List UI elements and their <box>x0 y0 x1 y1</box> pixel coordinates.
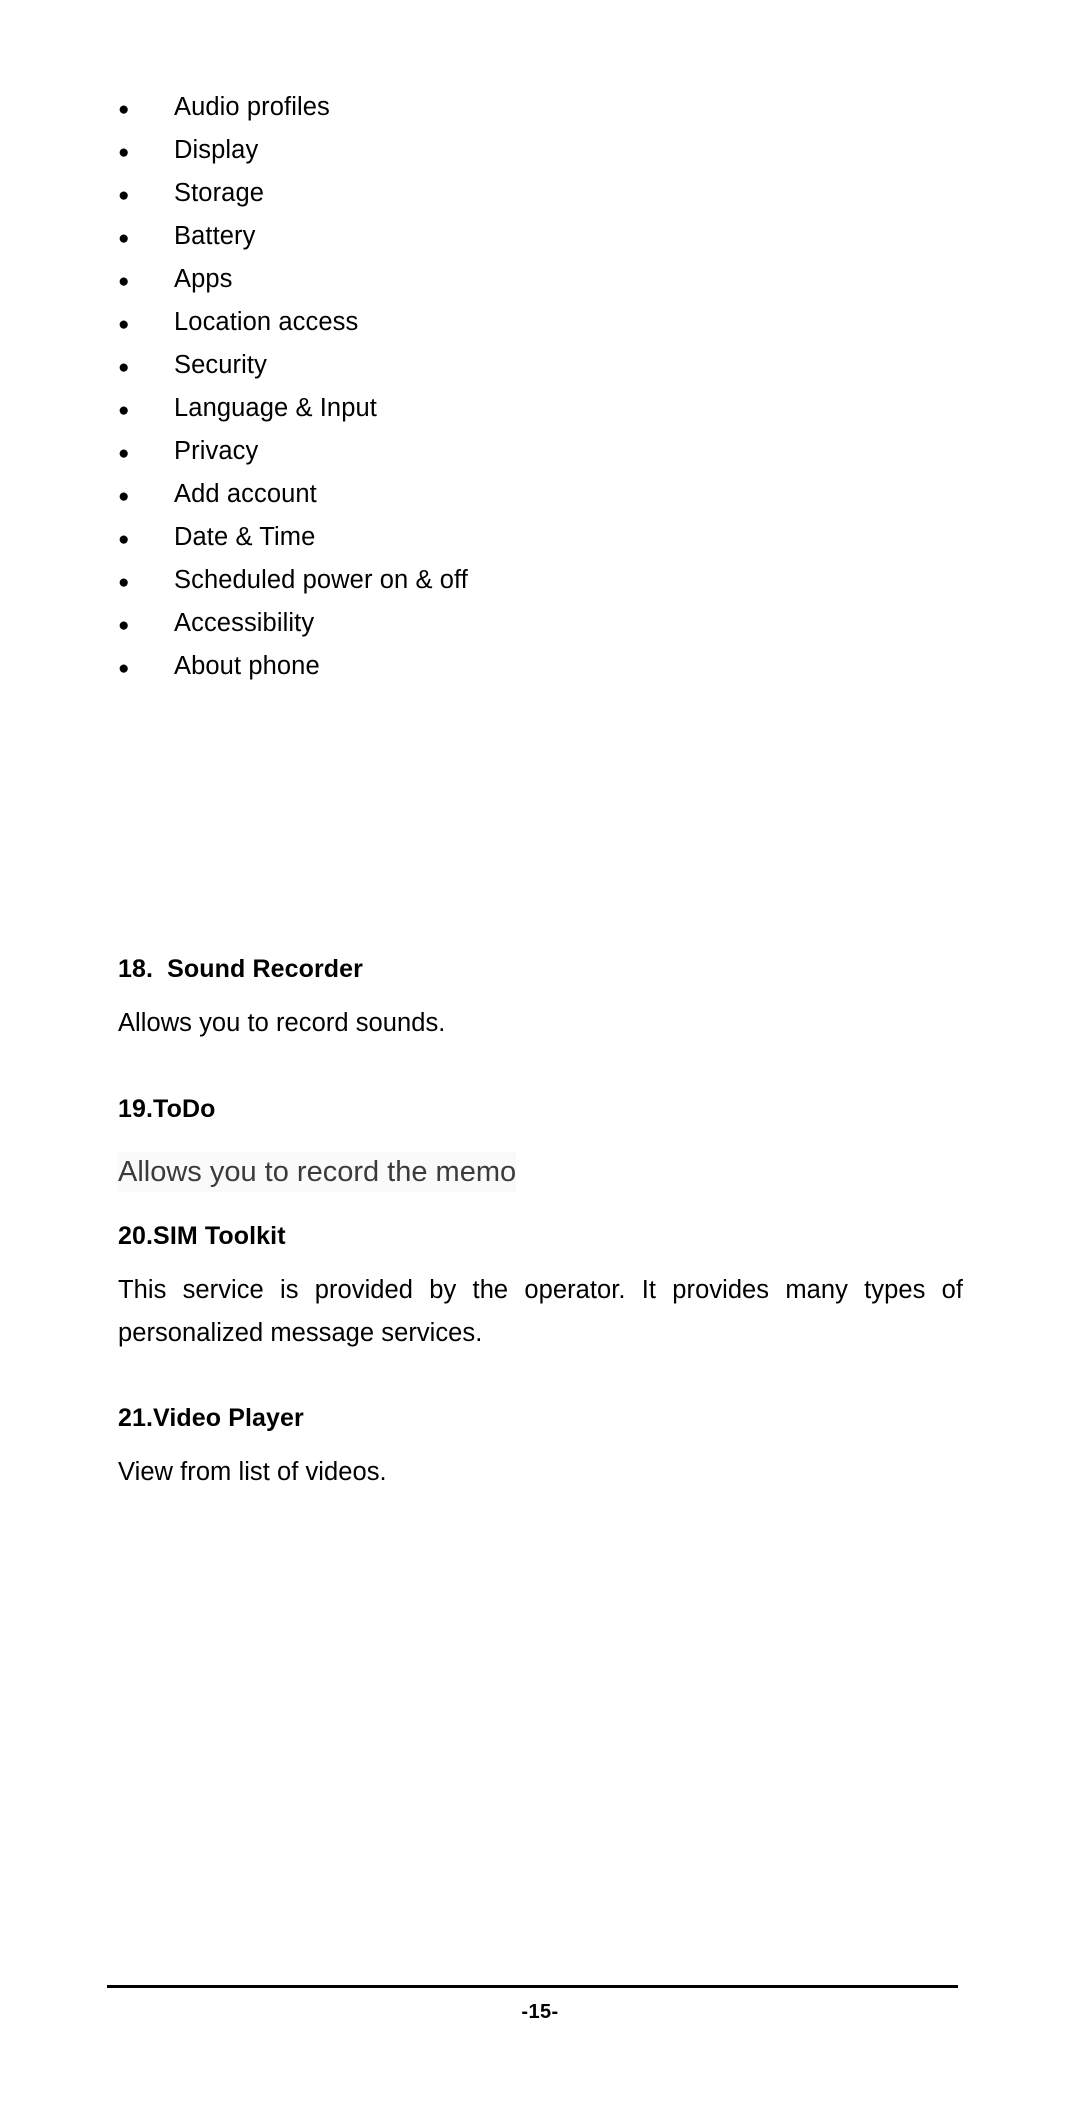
list-item: ● Audio profiles <box>118 86 938 129</box>
list-item-label: Location access <box>174 308 359 336</box>
list-item: ● Storage <box>118 172 938 215</box>
footer-divider <box>107 1985 958 1988</box>
bullet-icon: ● <box>118 486 130 507</box>
list-item: ● Display <box>118 129 938 172</box>
bullet-icon: ● <box>118 615 130 636</box>
list-item-label: Scheduled power on & off <box>174 566 468 594</box>
document-page: ● Audio profiles ● Display ● Storage ● B… <box>0 0 1080 2116</box>
section-body: Allows you to record sounds. <box>118 1009 446 1037</box>
list-item: ● Apps <box>118 258 938 301</box>
list-item-label: About phone <box>174 652 320 680</box>
bullet-icon: ● <box>118 99 130 120</box>
section-heading: 19.ToDo <box>118 1095 216 1123</box>
list-item: ● Accessibility <box>118 602 938 645</box>
bullet-icon: ● <box>118 572 130 593</box>
list-item: ● About phone <box>118 645 938 688</box>
settings-bullet-list: ● Audio profiles ● Display ● Storage ● B… <box>118 86 938 688</box>
list-item: ● Security <box>118 344 938 387</box>
section-body: Allows you to record the memo <box>118 1152 517 1192</box>
bullet-icon: ● <box>118 185 130 206</box>
section-sound-recorder: 18. Sound Recorder Allows you to record … <box>118 955 963 1045</box>
list-item-label: Accessibility <box>174 609 315 637</box>
list-item-label: Audio profiles <box>174 93 330 121</box>
list-item-label: Language & Input <box>174 394 377 422</box>
list-item-label: Storage <box>174 179 265 207</box>
bullet-icon: ● <box>118 400 130 421</box>
list-item: ● Location access <box>118 301 938 344</box>
bullet-icon: ● <box>118 142 130 163</box>
section-body: This service is provided by the operator… <box>118 1276 963 1347</box>
bullet-icon: ● <box>118 658 130 679</box>
section-video-player: 21.Video Player View from list of videos… <box>118 1404 963 1494</box>
list-item-label: Security <box>174 351 267 379</box>
page-number: -15- <box>521 2001 559 2023</box>
list-item: ● Battery <box>118 215 938 258</box>
bullet-icon: ● <box>118 529 130 550</box>
section-heading: 21.Video Player <box>118 1404 304 1432</box>
bullet-icon: ● <box>118 228 130 249</box>
list-item: ● Add account <box>118 473 938 516</box>
list-item: ● Date & Time <box>118 516 938 559</box>
section-heading: 18. Sound Recorder <box>118 955 364 983</box>
list-item: ● Privacy <box>118 430 938 473</box>
list-item-label: Display <box>174 136 259 164</box>
list-item-label: Date & Time <box>174 523 316 551</box>
list-item-label: Apps <box>174 265 233 293</box>
list-item-label: Battery <box>174 222 256 250</box>
list-item-label: Add account <box>174 480 317 508</box>
section-heading: 20.SIM Toolkit <box>118 1222 286 1250</box>
section-todo: 19.ToDo Allows you to record the memo <box>118 1095 963 1192</box>
bullet-icon: ● <box>118 357 130 378</box>
bullet-icon: ● <box>118 271 130 292</box>
bullet-icon: ● <box>118 314 130 335</box>
section-body: View from list of videos. <box>118 1458 387 1486</box>
list-item: ● Scheduled power on & off <box>118 559 938 602</box>
bullet-icon: ● <box>118 443 130 464</box>
list-item-label: Privacy <box>174 437 259 465</box>
section-sim-toolkit: 20.SIM Toolkit This service is provided … <box>118 1222 963 1355</box>
list-item: ● Language & Input <box>118 387 938 430</box>
